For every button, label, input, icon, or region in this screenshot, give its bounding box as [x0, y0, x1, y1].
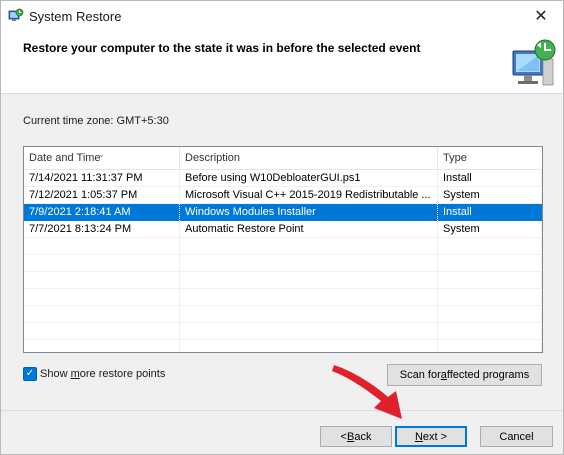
current-timezone-label: Current time zone: GMT+5:30	[23, 115, 169, 127]
sort-chevron-icon: ⌄	[98, 150, 105, 159]
row-type: System	[443, 189, 480, 201]
show-more-restore-points-checkbox[interactable]: ✓ Show more restore points	[23, 367, 165, 381]
column-header-date-label: Date and Time	[29, 152, 101, 164]
label-accelerator: m	[70, 368, 80, 380]
wizard-header: Restore your computer to the state it wa…	[1, 31, 563, 94]
footer-separator	[1, 410, 563, 411]
button-accelerator: B	[346, 430, 355, 443]
system-restore-illustration-icon	[512, 39, 556, 86]
row-type: Install	[443, 172, 472, 184]
label-text: ore restore points	[79, 368, 166, 380]
column-header-description[interactable]: Description	[180, 147, 438, 169]
row-description: Automatic Restore Point	[185, 223, 304, 235]
table-row[interactable]: 7/14/2021 11:31:37 PM Before using W10De…	[24, 170, 542, 187]
restore-points-table[interactable]: Date and Time ⌄ Description Type 7/14/20…	[23, 146, 543, 353]
row-divider	[24, 288, 542, 289]
row-divider	[24, 254, 542, 255]
row-type: Install	[443, 206, 472, 218]
next-button[interactable]: Next >	[395, 426, 467, 447]
button-text: ack	[354, 430, 372, 443]
cancel-button[interactable]: Cancel	[480, 426, 553, 447]
row-date: 7/12/2021 1:05:37 PM	[29, 189, 138, 201]
table-header: Date and Time ⌄ Description Type	[24, 147, 542, 170]
row-divider	[24, 305, 542, 306]
checkbox-checked-icon[interactable]: ✓	[23, 367, 37, 381]
row-divider	[24, 322, 542, 323]
close-button[interactable]: ✕	[519, 1, 563, 31]
row-date: 7/9/2021 2:18:41 AM	[24, 204, 180, 221]
row-description: Windows Modules Installer	[180, 204, 438, 221]
column-header-date[interactable]: Date and Time ⌄	[24, 147, 180, 169]
row-date: 7/14/2021 11:31:37 PM	[29, 172, 143, 184]
title-bar: System Restore ✕	[1, 1, 563, 31]
window-title: System Restore	[29, 9, 122, 24]
row-description: Before using W10DebloaterGUI.ps1	[185, 172, 361, 184]
button-text: ext >	[422, 430, 448, 443]
label-text: Show	[40, 368, 71, 380]
table-row[interactable]: 7/7/2021 8:13:24 PM Automatic Restore Po…	[24, 221, 542, 238]
row-type: System	[443, 223, 480, 235]
close-icon: ✕	[534, 8, 548, 25]
column-header-type[interactable]: Type	[438, 147, 542, 169]
row-description: Microsoft Visual C++ 2015-2019 Redistrib…	[185, 189, 431, 201]
button-text: ffected programs	[446, 369, 530, 381]
button-accelerator: N	[414, 430, 423, 443]
red-pointer-arrow-icon	[332, 365, 402, 419]
row-divider	[24, 339, 542, 340]
system-restore-icon	[8, 8, 24, 21]
header-instruction: Restore your computer to the state it wa…	[23, 41, 421, 55]
table-row-selected[interactable]: 7/9/2021 2:18:41 AM Windows Modules Inst…	[24, 204, 542, 221]
system-restore-window: System Restore ✕ Restore your computer t…	[0, 0, 564, 455]
table-row[interactable]: 7/12/2021 1:05:37 PM Microsoft Visual C+…	[24, 187, 542, 204]
row-date: 7/7/2021 8:13:24 PM	[29, 223, 132, 235]
back-button[interactable]: < Back	[320, 426, 392, 447]
row-divider	[24, 271, 542, 272]
show-more-restore-points-label: Show more restore points	[40, 368, 165, 380]
